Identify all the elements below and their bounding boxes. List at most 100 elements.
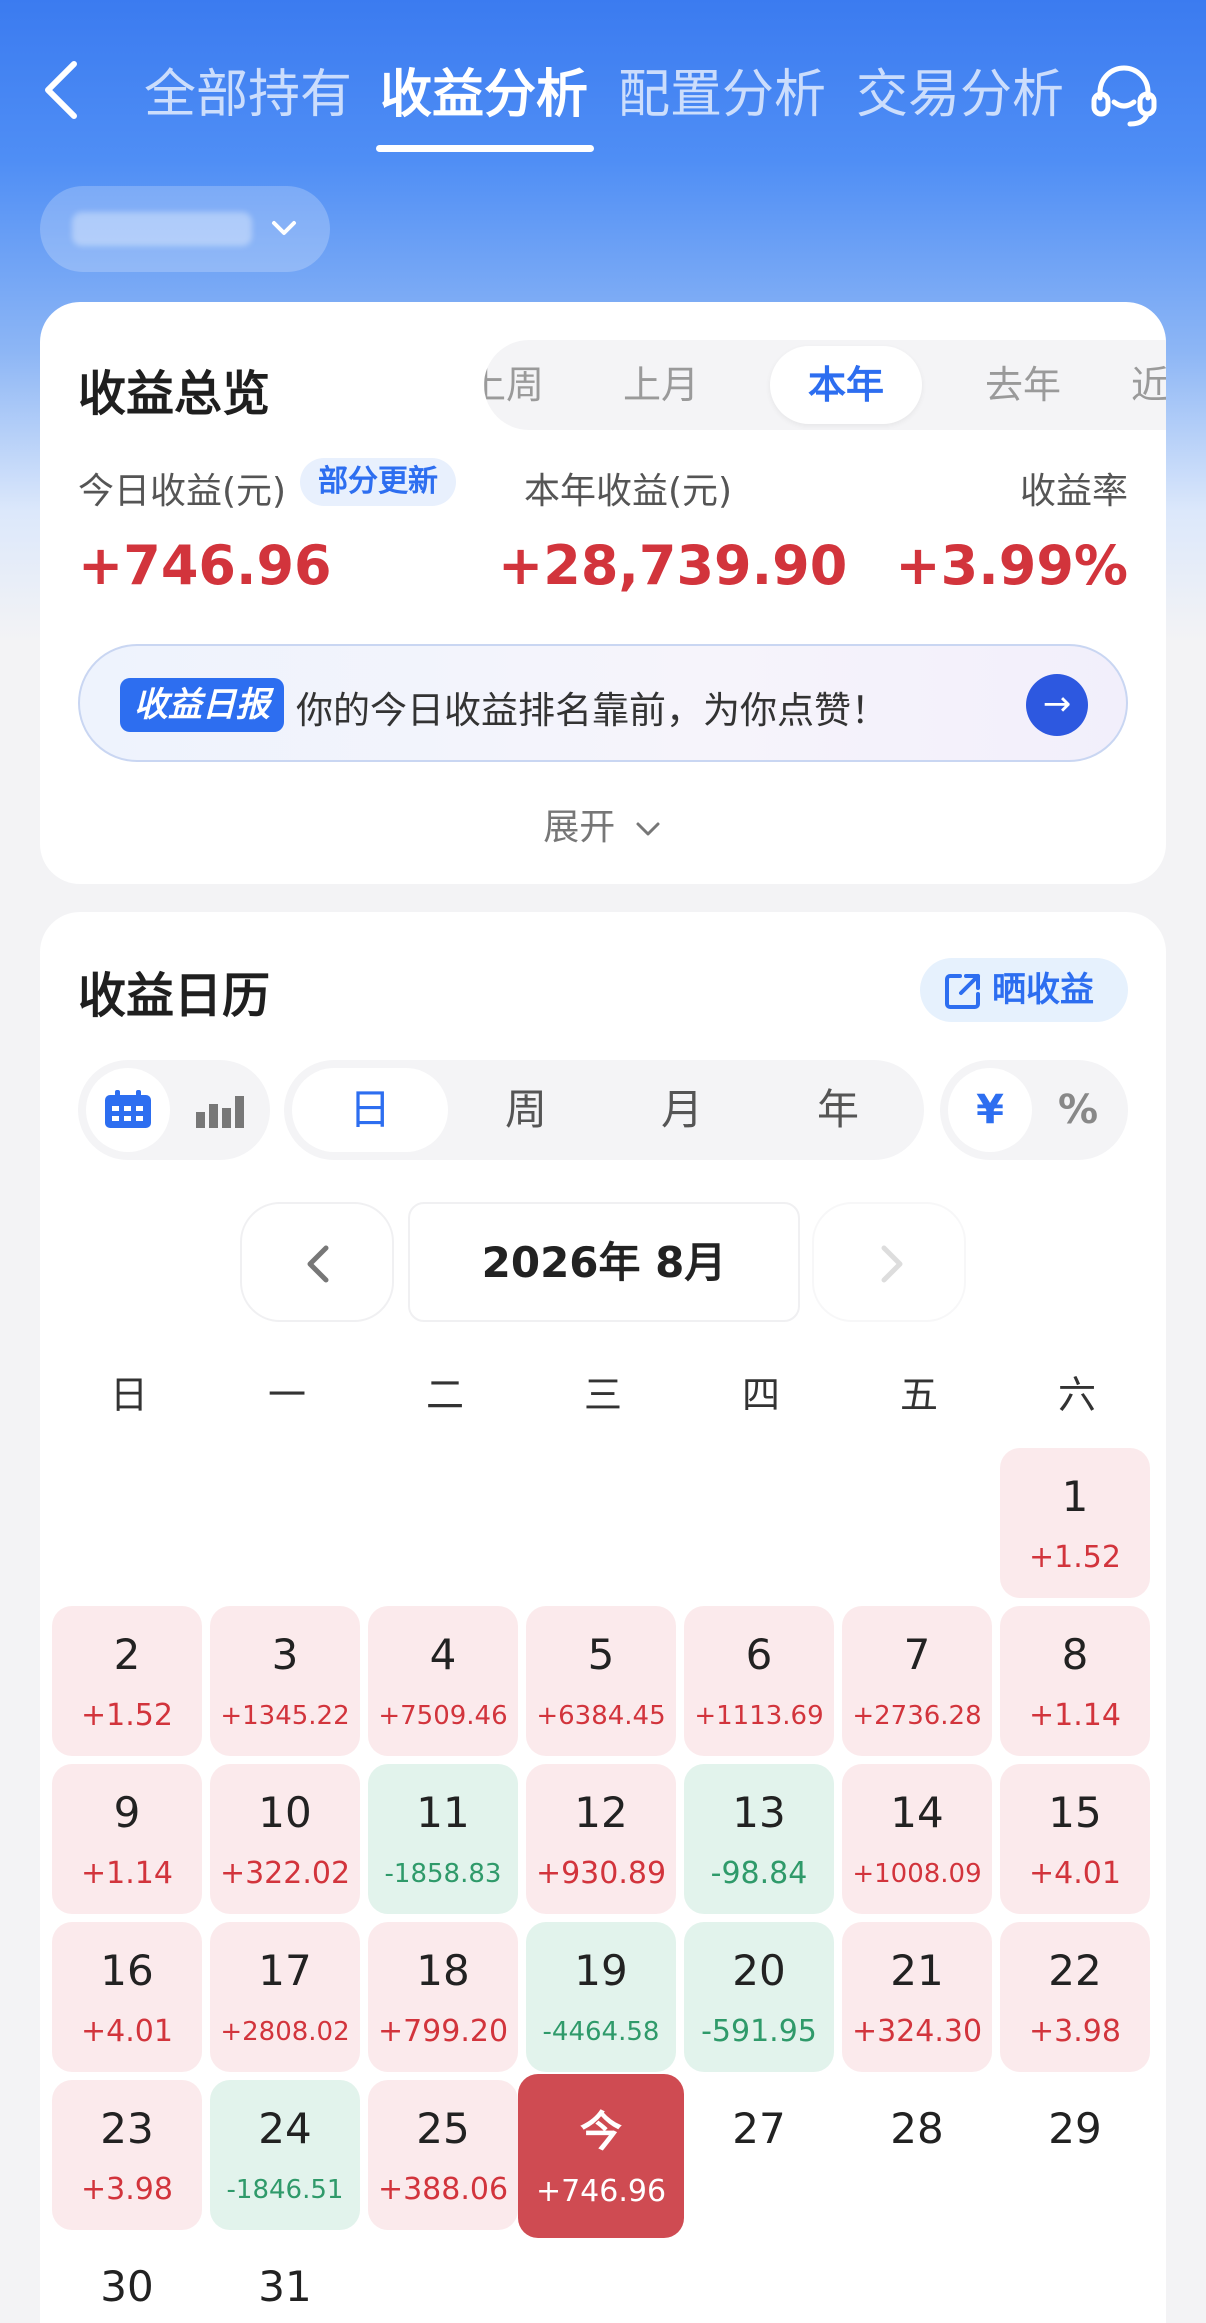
day-profit-value: +6384.45 xyxy=(536,1701,666,1731)
day-number: 9 xyxy=(113,1788,141,1837)
calendar-day[interactable]: 28 xyxy=(842,2080,992,2230)
calendar-day[interactable]: 11 -1858.83 xyxy=(368,1764,518,1914)
period-tab-this-year[interactable]: 本年 xyxy=(770,346,922,424)
calendar-day[interactable]: 10 +322.02 xyxy=(210,1764,360,1914)
calendar-day[interactable]: 19 -4464.58 xyxy=(526,1922,676,2072)
expand-label: 展开 xyxy=(543,807,616,848)
calendar-title: 收益日历 xyxy=(78,968,271,1024)
unit-amount[interactable]: ¥ xyxy=(948,1068,1032,1152)
calendar-day[interactable]: 22 +3.98 xyxy=(1000,1922,1150,2072)
day-profit-value: +1113.69 xyxy=(694,1701,824,1731)
calendar-day[interactable]: 24 -1846.51 xyxy=(210,2080,360,2230)
chevron-down-icon xyxy=(636,822,660,836)
day-number: 25 xyxy=(416,2104,470,2153)
view-toggle xyxy=(78,1060,270,1160)
day-number: 1 xyxy=(1061,1472,1089,1521)
daily-report-banner[interactable]: 收益日报 你的今日收益排名靠前，为你点赞！ → xyxy=(78,644,1128,762)
customer-service-button[interactable] xyxy=(1088,58,1160,130)
weekday-label: 二 xyxy=(425,1373,464,1417)
tab-all-holdings[interactable]: 全部持有 xyxy=(144,52,352,127)
back-button[interactable] xyxy=(40,58,100,128)
day-profit-value: +1.14 xyxy=(81,1856,173,1891)
chevron-down-icon xyxy=(272,221,296,235)
granularity-year[interactable]: 年 xyxy=(760,1060,916,1160)
weekday-label: 五 xyxy=(899,1373,938,1417)
calendar-day[interactable]: 14 +1008.09 xyxy=(842,1764,992,1914)
calendar-day[interactable]: 16 +4.01 xyxy=(52,1922,202,2072)
day-number: 3 xyxy=(271,1630,299,1679)
calendar-day-today[interactable]: 今 +746.96 xyxy=(518,2074,684,2238)
calendar-day[interactable]: 6 +1113.69 xyxy=(684,1606,834,1756)
period-tab-last-month[interactable]: 上月 xyxy=(596,340,726,430)
calendar-day[interactable]: 5 +6384.45 xyxy=(526,1606,676,1756)
calendar-day[interactable]: 27 xyxy=(684,2080,834,2230)
calendar-day[interactable]: 20 -591.95 xyxy=(684,1922,834,2072)
day-number: 今 xyxy=(579,2107,622,2156)
calendar-day[interactable]: 23 +3.98 xyxy=(52,2080,202,2230)
calendar-day[interactable]: 2 +1.52 xyxy=(52,1606,202,1756)
day-profit-value: -591.95 xyxy=(701,2014,817,2049)
unit-percent[interactable]: % xyxy=(1036,1068,1120,1152)
calendar-day[interactable]: 9 +1.14 xyxy=(52,1764,202,1914)
year-profit-value: +28,739.90 xyxy=(498,534,848,597)
day-number: 2 xyxy=(113,1630,141,1679)
prev-month-button[interactable] xyxy=(240,1202,394,1322)
calendar-day[interactable]: 31 xyxy=(210,2238,360,2323)
day-number: 4 xyxy=(429,1630,457,1679)
share-profit-button[interactable]: 晒收益 xyxy=(920,958,1128,1022)
granularity-day[interactable]: 日 xyxy=(292,1068,448,1152)
day-number: 24 xyxy=(258,2104,312,2153)
calendar-day[interactable]: 12 +930.89 xyxy=(526,1764,676,1914)
period-tab-last-week[interactable]: 上周 xyxy=(484,340,556,430)
period-tab-recent[interactable]: 近一 xyxy=(1114,340,1166,430)
day-profit-value: -1858.83 xyxy=(384,1859,502,1889)
day-number: 11 xyxy=(416,1788,470,1837)
calendar-day[interactable]: 29 xyxy=(1000,2080,1150,2230)
top-navigation: 全部持有 收益分析 配置分析 交易分析 xyxy=(0,0,1206,170)
day-number: 19 xyxy=(574,1946,628,1995)
tab-allocation-analysis[interactable]: 配置分析 xyxy=(618,52,826,127)
granularity-week[interactable]: 周 xyxy=(448,1060,604,1160)
profit-rate-value: +3.99% xyxy=(895,534,1128,597)
calendar-day[interactable]: 7 +2736.28 xyxy=(842,1606,992,1756)
calendar-day[interactable]: 30 xyxy=(52,2238,202,2323)
calendar-day[interactable]: 21 +324.30 xyxy=(842,1922,992,2072)
day-number: 21 xyxy=(890,1946,944,1995)
day-profit-value: +930.89 xyxy=(535,1856,667,1891)
day-profit-value: +2808.02 xyxy=(220,2017,350,2047)
calendar-day[interactable]: 8 +1.14 xyxy=(1000,1606,1150,1756)
year-profit-label: 本年收益(元) xyxy=(524,471,733,512)
arrow-right-icon[interactable]: → xyxy=(1026,674,1088,736)
day-number: 27 xyxy=(732,2104,786,2153)
chevron-right-icon xyxy=(881,1245,903,1283)
day-profit-value: +799.20 xyxy=(377,2014,509,2049)
calendar-day[interactable]: 3 +1345.22 xyxy=(210,1606,360,1756)
active-tab-indicator xyxy=(376,145,594,152)
tab-profit-analysis[interactable]: 收益分析 xyxy=(380,52,588,127)
calendar-day[interactable]: 18 +799.20 xyxy=(368,1922,518,2072)
calendar-day[interactable]: 25 +388.06 xyxy=(368,2080,518,2230)
period-tab-last-year[interactable]: 去年 xyxy=(958,340,1088,430)
share-icon xyxy=(945,974,980,1009)
weekday-label: 六 xyxy=(1057,1373,1096,1417)
calendar-day[interactable]: 17 +2808.02 xyxy=(210,1922,360,2072)
calendar-day[interactable]: 1 +1.52 xyxy=(1000,1448,1150,1598)
weekday-label: 四 xyxy=(741,1373,780,1417)
calendar-day[interactable]: 13 -98.84 xyxy=(684,1764,834,1914)
daily-report-text: 你的今日收益排名靠前，为你点赞！ xyxy=(296,689,888,732)
calendar-day[interactable]: 15 +4.01 xyxy=(1000,1764,1150,1914)
chevron-left-icon xyxy=(307,1245,329,1283)
expand-toggle[interactable]: 展开 xyxy=(40,798,1166,850)
current-month-label[interactable]: 2026年 8月 xyxy=(408,1202,800,1322)
next-month-button[interactable] xyxy=(812,1202,966,1322)
account-selector[interactable] xyxy=(40,186,330,272)
headset-icon xyxy=(1091,65,1157,127)
calendar-day[interactable]: 4 +7509.46 xyxy=(368,1606,518,1756)
calendar-view-button[interactable] xyxy=(86,1068,170,1152)
granularity-tabs: 日 周 月 年 xyxy=(284,1060,924,1160)
granularity-month[interactable]: 月 xyxy=(604,1060,760,1160)
day-profit-value: +2736.28 xyxy=(852,1701,982,1731)
day-profit-value: +746.96 xyxy=(535,2174,667,2209)
day-profit-value: +388.06 xyxy=(377,2172,509,2207)
tab-trade-analysis[interactable]: 交易分析 xyxy=(856,52,1064,127)
